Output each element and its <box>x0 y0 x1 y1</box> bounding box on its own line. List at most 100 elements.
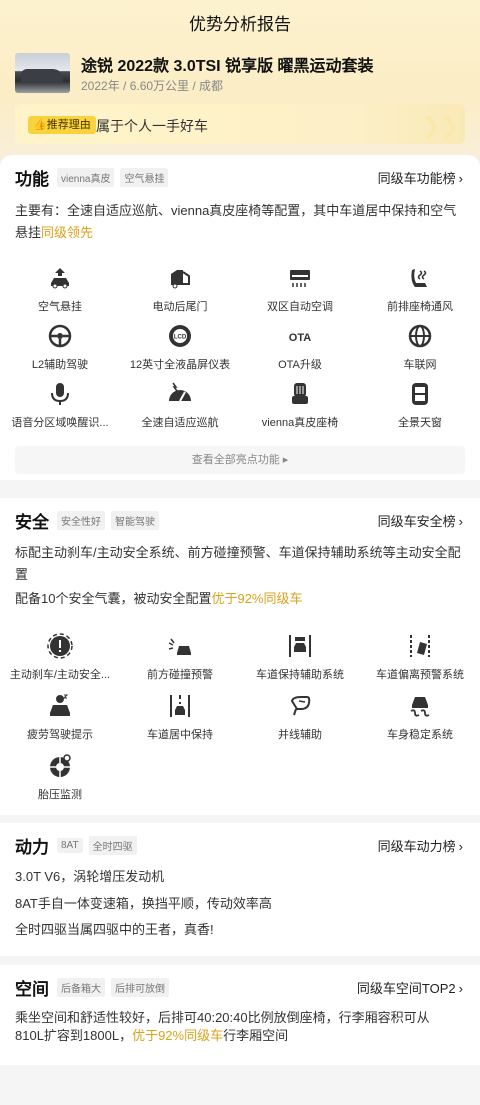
car-body-shape <box>21 69 63 83</box>
safety-label: 车道保持辅助系统 <box>256 669 344 681</box>
feature-item[interactable]: 全速自适应巡航 <box>120 381 240 430</box>
lcd-text: LCD <box>174 335 187 341</box>
safety-section: 安全 安全性好 智能驾驶 同级车安全榜 › 标配主动刹车/主动安全系统、前方碰撞预… <box>0 498 480 815</box>
safety-item[interactable]: 胎压监测 <box>0 753 120 802</box>
power-rank-link[interactable]: 同级车动力榜 › <box>378 836 463 855</box>
fatigue-icon <box>50 694 70 716</box>
feature-item[interactable]: vienna真皮座椅 <box>240 381 360 430</box>
power-section: 动力 8AT 全时四驱 同级车动力榜 › 3.0T V6，涡轮增压发动机 8AT手… <box>0 823 480 956</box>
safety-label: 主动刹车/主动安全... <box>9 669 111 681</box>
safety-label: 胎压监测 <box>38 789 82 801</box>
feature-label: 全速自适应巡航 <box>141 417 219 429</box>
feature-item[interactable]: 双区自动空调 <box>240 265 360 314</box>
function-title: 功能 <box>15 169 49 189</box>
safety-label: 前方碰撞预警 <box>147 669 213 681</box>
lcd-cluster-icon: LCD <box>169 325 191 347</box>
tire-pressure-icon <box>50 754 71 777</box>
view-all-features-button[interactable]: 查看全部亮点功能 ▸ <box>15 446 465 474</box>
feature-label: 语音分区域唤醒识... <box>11 417 109 429</box>
collision-warning-icon <box>168 638 191 655</box>
voice-wake-icon <box>51 383 69 405</box>
power-title: 动力 <box>15 837 49 857</box>
safety-item[interactable]: 并线辅助 <box>240 693 360 742</box>
car-name: 途锐 2022款 3.0TSI 锐享版 曜黑运动套装 <box>81 58 374 75</box>
safety-airbag-highlight: 优于92%同级车 <box>211 591 303 606</box>
space-line-2-text: 810L扩容到1800L， <box>15 1028 133 1043</box>
function-rank-link[interactable]: 同级车功能榜 › <box>378 168 463 187</box>
chevron-right-icon: › <box>458 981 463 996</box>
space-header: 空间 后备箱大 后排可放倒 <box>15 975 175 999</box>
l2-assist-icon <box>48 324 72 348</box>
safety-rank-link[interactable]: 同级车安全榜 › <box>378 511 463 530</box>
safety-item[interactable]: 车道居中保持 <box>120 693 240 742</box>
feature-label: 前排座椅通风 <box>387 301 453 313</box>
power-tailgate-icon <box>171 270 190 289</box>
adaptive-cruise-icon <box>169 382 191 402</box>
feature-item[interactable]: 车联网 <box>360 323 480 372</box>
power-rank-label: 同级车动力榜 <box>377 839 456 854</box>
power-line: 8AT手自一体变速箱，换挡平顺，传动效率高 <box>15 896 272 911</box>
feature-item[interactable]: 空气悬挂 <box>0 265 120 314</box>
feature-label: 双区自动空调 <box>267 301 333 313</box>
feature-item[interactable]: L2辅助驾驶 <box>0 323 120 372</box>
function-rank-label: 同级车功能榜 <box>377 171 456 186</box>
panoramic-roof-icon <box>412 383 428 405</box>
space-line-2-tail: 行李厢空间 <box>223 1028 289 1043</box>
feature-item[interactable]: 前排座椅通风 <box>360 265 480 314</box>
safety-item[interactable]: 车道偏离预警系统 <box>360 633 480 682</box>
function-section: 功能 vienna真皮 空气悬挂 同级车功能榜 › 主要有：全速自适应巡航、vie… <box>0 155 480 480</box>
safety-label: 车道居中保持 <box>147 729 213 741</box>
power-tag: 全时四驱 <box>88 835 137 855</box>
space-rank-link[interactable]: 同级车空间TOP2 › <box>357 978 463 997</box>
chevron-right-icon: › <box>458 839 463 854</box>
feature-item[interactable]: OTA OTA升级 <box>240 323 360 372</box>
safety-label: 并线辅助 <box>278 729 322 741</box>
dual-zone-ac-icon <box>290 270 310 287</box>
stability-icon <box>410 697 430 717</box>
safety-label: 疲劳驾驶提示 <box>27 729 93 741</box>
connected-car-icon <box>408 324 432 348</box>
blind-spot-icon <box>290 696 311 716</box>
function-summary-highlight: 同级领先 <box>41 225 94 240</box>
feature-item[interactable]: 电动后尾门 <box>120 265 240 314</box>
feature-item[interactable]: 语音分区域唤醒识... <box>0 381 120 430</box>
safety-item[interactable]: 前方碰撞预警 <box>120 633 240 682</box>
car-thumbnail <box>15 53 70 93</box>
feature-label: 电动后尾门 <box>152 301 208 313</box>
safety-airbag-text: 配备10个安全气囊，被动安全配置 <box>15 591 212 606</box>
function-header: 功能 vienna真皮 空气悬挂 <box>15 165 174 189</box>
feature-item[interactable]: LCD 12英寸全液晶屏仪表 <box>120 323 240 372</box>
space-section: 空间 后备箱大 后排可放倒 同级车空间TOP2 › 乘坐空间和舒适性较好，后排可4… <box>0 965 480 1065</box>
chevron-right-icon: › <box>458 514 463 529</box>
lane-departure-icon <box>410 635 430 657</box>
safety-item[interactable]: 主动刹车/主动安全... <box>0 633 120 682</box>
triangle-right-icon: ▸ <box>282 454 289 466</box>
power-header: 动力 8AT 全时四驱 <box>15 833 143 857</box>
safety-item[interactable]: 车道保持辅助系统 <box>240 633 360 682</box>
function-summary: 主要有：全速自适应巡航、vienna真皮座椅等配置，其中车道居中保持和空气悬挂同… <box>15 200 465 244</box>
ota-text: OTA <box>289 332 311 344</box>
safety-header: 安全 安全性好 智能驾驶 <box>15 508 165 532</box>
feature-label: 12英寸全液晶屏仪表 <box>129 359 231 371</box>
space-title: 空间 <box>15 979 49 999</box>
power-line: 全时四驱当属四驱中的王者，真香! <box>15 922 214 937</box>
recommend-tag: 👍推荐理由 <box>28 116 96 134</box>
space-rank-label: 同级车空间TOP2 <box>356 981 456 996</box>
function-tag: vienna真皮 <box>57 167 115 187</box>
space-line-2: 810L扩容到1800L，优于92%同级车行李厢空间 <box>15 1025 470 1047</box>
safety-tag: 智能驾驶 <box>111 510 159 530</box>
feature-item[interactable]: 全景天窗 <box>360 381 480 430</box>
recommend-reason-bar: 👍推荐理由 属于个人一手好车 ❯❯ <box>15 104 465 144</box>
chevron-right-icon: › <box>458 171 463 186</box>
car-meta: 2022年 / 6.60万公里 / 成都 <box>81 79 224 93</box>
safety-title: 安全 <box>15 512 49 532</box>
safety-item[interactable]: 车身稳定系统 <box>360 693 480 742</box>
power-line: 3.0T V6，涡轮增压发动机 <box>15 869 165 884</box>
recommend-tag-label: 推荐理由 <box>46 119 91 131</box>
lane-center-icon <box>170 695 190 717</box>
page-title: 优势分析报告 <box>189 15 291 34</box>
report-page: 优势分析报告 途锐 2022款 3.0TSI 锐享版 曜黑运动套装 2022年 … <box>0 0 480 1105</box>
lane-keep-icon <box>289 635 311 657</box>
feature-label: vienna真皮座椅 <box>261 417 339 429</box>
safety-item[interactable]: 疲劳驾驶提示 <box>0 693 120 742</box>
